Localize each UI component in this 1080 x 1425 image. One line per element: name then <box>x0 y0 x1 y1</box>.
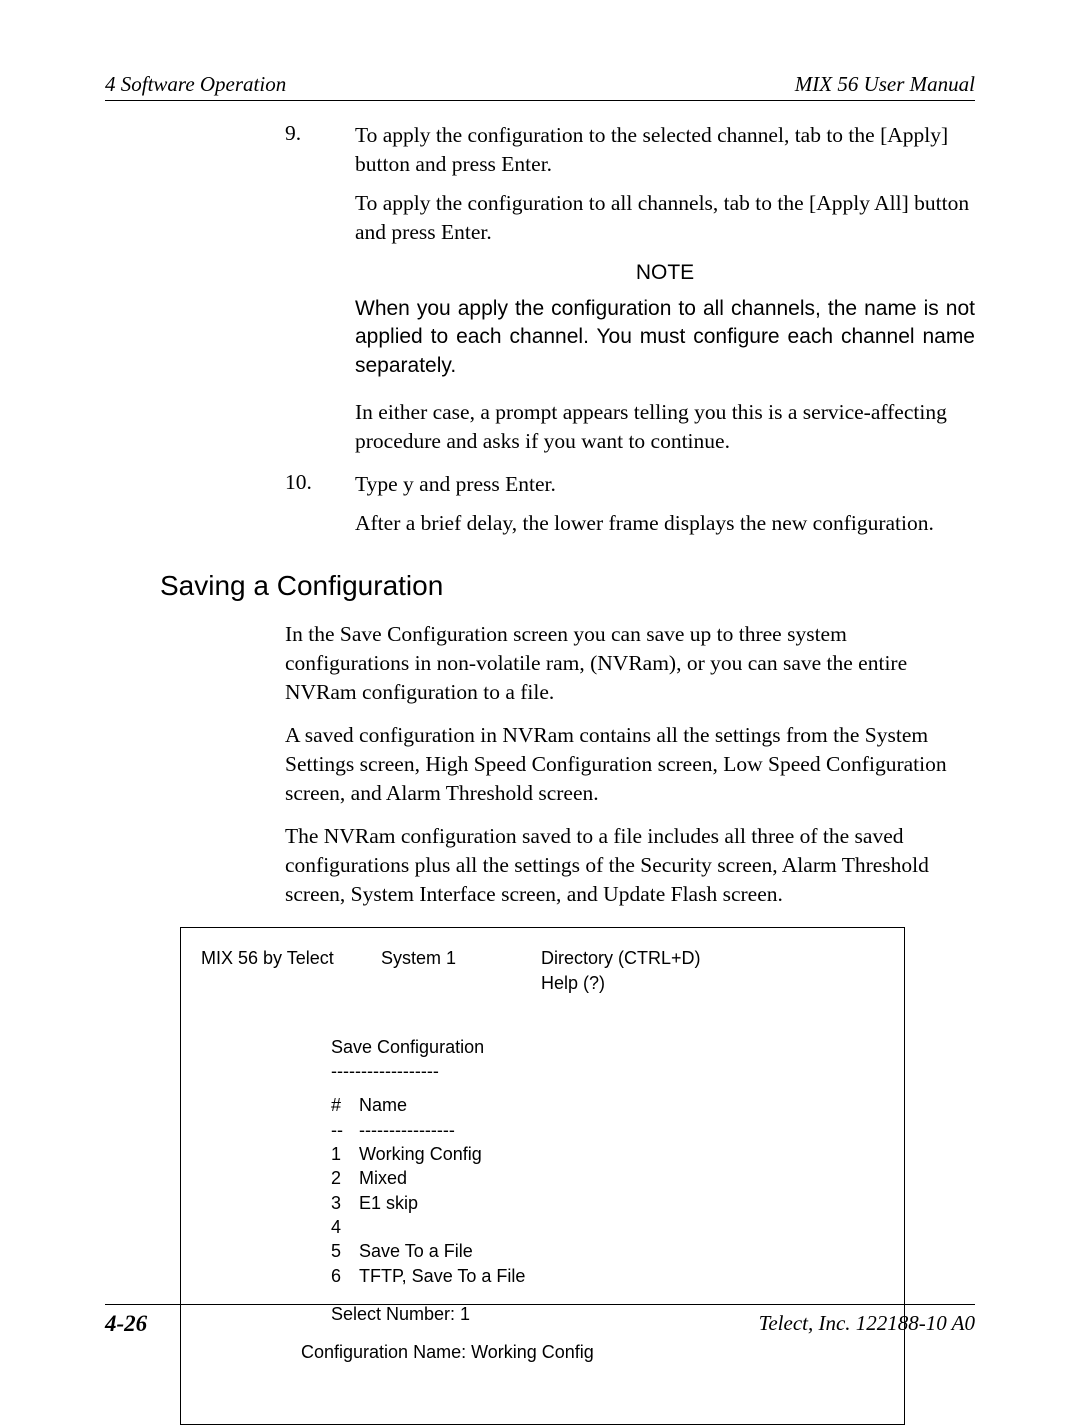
terminal-brand: MIX 56 by Telect <box>201 946 381 995</box>
terminal-screenshot: MIX 56 by Telect System 1 Directory (CTR… <box>180 927 905 1425</box>
step-number: 10. <box>285 470 355 499</box>
step-text: To apply the configuration to the select… <box>355 121 975 179</box>
terminal-directory: Directory (CTRL+D) <box>541 946 701 970</box>
row-name: Working Config <box>359 1142 482 1166</box>
page-footer: 4-26 Telect, Inc. 122188-10 A0 <box>105 1304 975 1337</box>
step-text: Type y and press Enter. <box>355 470 975 499</box>
row-name: E1 skip <box>359 1191 418 1215</box>
header-left: 4 Software Operation <box>105 72 286 97</box>
section-heading: Saving a Configuration <box>160 570 975 602</box>
page-number: 4-26 <box>105 1311 147 1337</box>
terminal-help: Help (?) <box>541 971 701 995</box>
row-name: Save To a File <box>359 1239 473 1263</box>
col-num-header: # <box>331 1093 359 1117</box>
section-paragraph: A saved configuration in NVRam contains … <box>285 721 975 808</box>
table-row: 3 E1 skip <box>331 1191 884 1215</box>
terminal-title: Save Configuration <box>331 1035 884 1059</box>
row-num: 1 <box>331 1142 359 1166</box>
step-10: 10. Type y and press Enter. <box>285 470 975 499</box>
row-num: 6 <box>331 1264 359 1288</box>
col-name-underline: ---------------- <box>359 1118 455 1142</box>
row-num: 2 <box>331 1166 359 1190</box>
terminal-underline: ------------------ <box>331 1059 884 1083</box>
section-paragraph: In the Save Configuration screen you can… <box>285 620 975 707</box>
header-right: MIX 56 User Manual <box>795 72 975 97</box>
col-name-header: Name <box>359 1093 407 1117</box>
terminal-header-row: # Name <box>331 1093 884 1117</box>
table-row: 1 Working Config <box>331 1142 884 1166</box>
step-10-followup: After a brief delay, the lower frame dis… <box>355 509 975 538</box>
step-number: 9. <box>285 121 355 179</box>
step-9-followup-2: In either case, a prompt appears telling… <box>355 398 975 456</box>
running-head: 4 Software Operation MIX 56 User Manual <box>105 72 975 97</box>
note-body: When you apply the configuration to all … <box>355 295 975 380</box>
row-name: TFTP, Save To a File <box>359 1264 525 1288</box>
terminal-underline-row: -- ---------------- <box>331 1118 884 1142</box>
row-num: 3 <box>331 1191 359 1215</box>
row-name: Mixed <box>359 1166 407 1190</box>
header-rule <box>105 100 975 101</box>
col-num-underline: -- <box>331 1118 359 1142</box>
table-row: 4 <box>331 1215 884 1239</box>
section-paragraph: The NVRam configuration saved to a file … <box>285 822 975 909</box>
terminal-system: System 1 <box>381 946 541 995</box>
footer-rule <box>105 1304 975 1305</box>
row-num: 5 <box>331 1239 359 1263</box>
step-9: 9. To apply the configuration to the sel… <box>285 121 975 179</box>
step-9-followup: To apply the configuration to all channe… <box>355 189 975 247</box>
footer-publisher: Telect, Inc. 122188-10 A0 <box>759 1311 975 1337</box>
table-row: 2 Mixed <box>331 1166 884 1190</box>
row-num: 4 <box>331 1215 359 1239</box>
note-label: NOTE <box>355 261 975 285</box>
table-row: 6 TFTP, Save To a File <box>331 1264 884 1288</box>
table-row: 5 Save To a File <box>331 1239 884 1263</box>
terminal-config-name: Configuration Name: Working Config <box>301 1340 884 1364</box>
